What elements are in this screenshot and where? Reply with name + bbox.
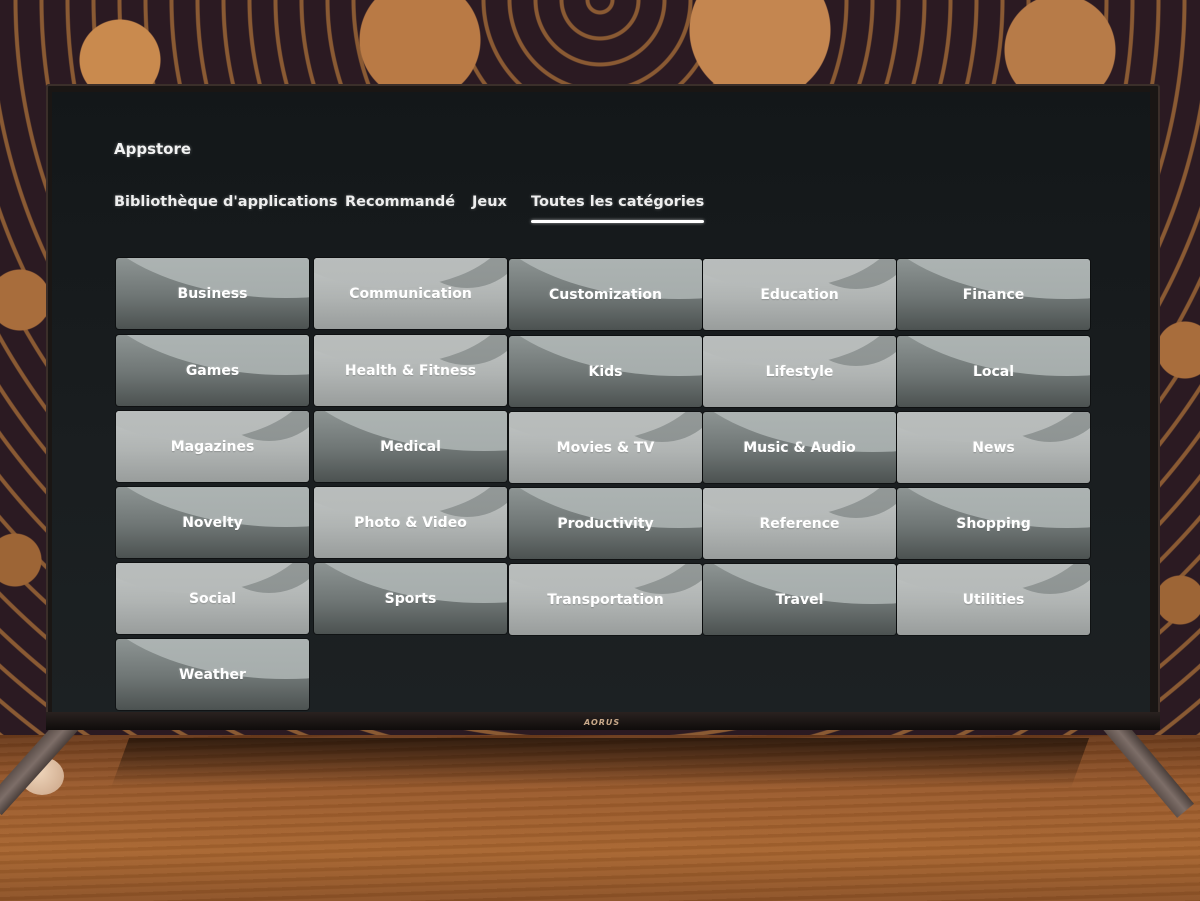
category-tile[interactable]: Shopping (897, 488, 1090, 559)
category-label: Sports (384, 590, 437, 607)
category-label: Movies & TV (556, 439, 655, 456)
category-label: Transportation (547, 591, 664, 608)
category-label: Games (185, 362, 240, 379)
category-tile[interactable]: Lifestyle (703, 336, 896, 407)
category-label: Photo & Video (354, 514, 467, 531)
category-tile[interactable]: Games (116, 335, 309, 406)
category-tile[interactable]: Education (703, 259, 896, 330)
category-label: Reference (759, 515, 840, 532)
category-label: Business (177, 285, 248, 302)
category-tile[interactable]: Health & Fitness (314, 335, 507, 406)
category-tile[interactable]: Reference (703, 488, 896, 559)
category-label: Health & Fitness (344, 362, 477, 379)
category-label: Novelty (182, 514, 243, 531)
category-tile[interactable]: News (897, 412, 1090, 483)
category-tile[interactable]: Movies & TV (509, 412, 702, 483)
category-label: Finance (962, 286, 1025, 303)
category-tile[interactable]: Sports (314, 563, 507, 634)
category-tile[interactable]: Novelty (116, 487, 309, 558)
category-tile[interactable]: Utilities (897, 564, 1090, 635)
category-tile[interactable]: Photo & Video (314, 487, 507, 558)
category-label: Magazines (170, 438, 255, 455)
category-tile[interactable]: Finance (897, 259, 1090, 330)
category-label: Education (760, 286, 839, 303)
category-label: Lifestyle (765, 363, 834, 380)
category-label: Travel (775, 591, 824, 608)
category-tile[interactable]: Local (897, 336, 1090, 407)
category-label: Social (188, 590, 237, 607)
category-label: News (972, 439, 1015, 456)
category-tile[interactable]: Business (116, 258, 309, 329)
category-label: Utilities (962, 591, 1025, 608)
category-label: Customization (549, 286, 662, 303)
category-label: Communication (349, 285, 472, 302)
category-tile[interactable]: Magazines (116, 411, 309, 482)
category-label: Music & Audio (743, 439, 856, 456)
category-tile[interactable]: Transportation (509, 564, 702, 635)
brand-logo: AORUS (584, 718, 621, 727)
category-label: Productivity (557, 515, 654, 532)
category-label: Kids (588, 363, 623, 380)
category-tile[interactable]: Communication (314, 258, 507, 329)
category-tile[interactable]: Productivity (509, 488, 702, 559)
category-tile[interactable]: Travel (703, 564, 896, 635)
category-label: Medical (380, 438, 441, 455)
category-tile[interactable]: Social (116, 563, 309, 634)
category-label: Local (972, 363, 1015, 380)
category-tile[interactable]: Customization (509, 259, 702, 330)
category-tile[interactable]: Kids (509, 336, 702, 407)
category-label: Shopping (956, 515, 1031, 532)
category-label: Weather (179, 666, 246, 683)
category-tile[interactable]: Music & Audio (703, 412, 896, 483)
tv-screen: Appstore Bibliothèque d'applications Rec… (52, 92, 1150, 712)
category-tile[interactable]: Medical (314, 411, 507, 482)
tv-shadow (110, 738, 1090, 788)
category-grid: Business Communication Customization Educat… (52, 92, 1150, 712)
category-tile[interactable]: Weather (116, 639, 309, 710)
